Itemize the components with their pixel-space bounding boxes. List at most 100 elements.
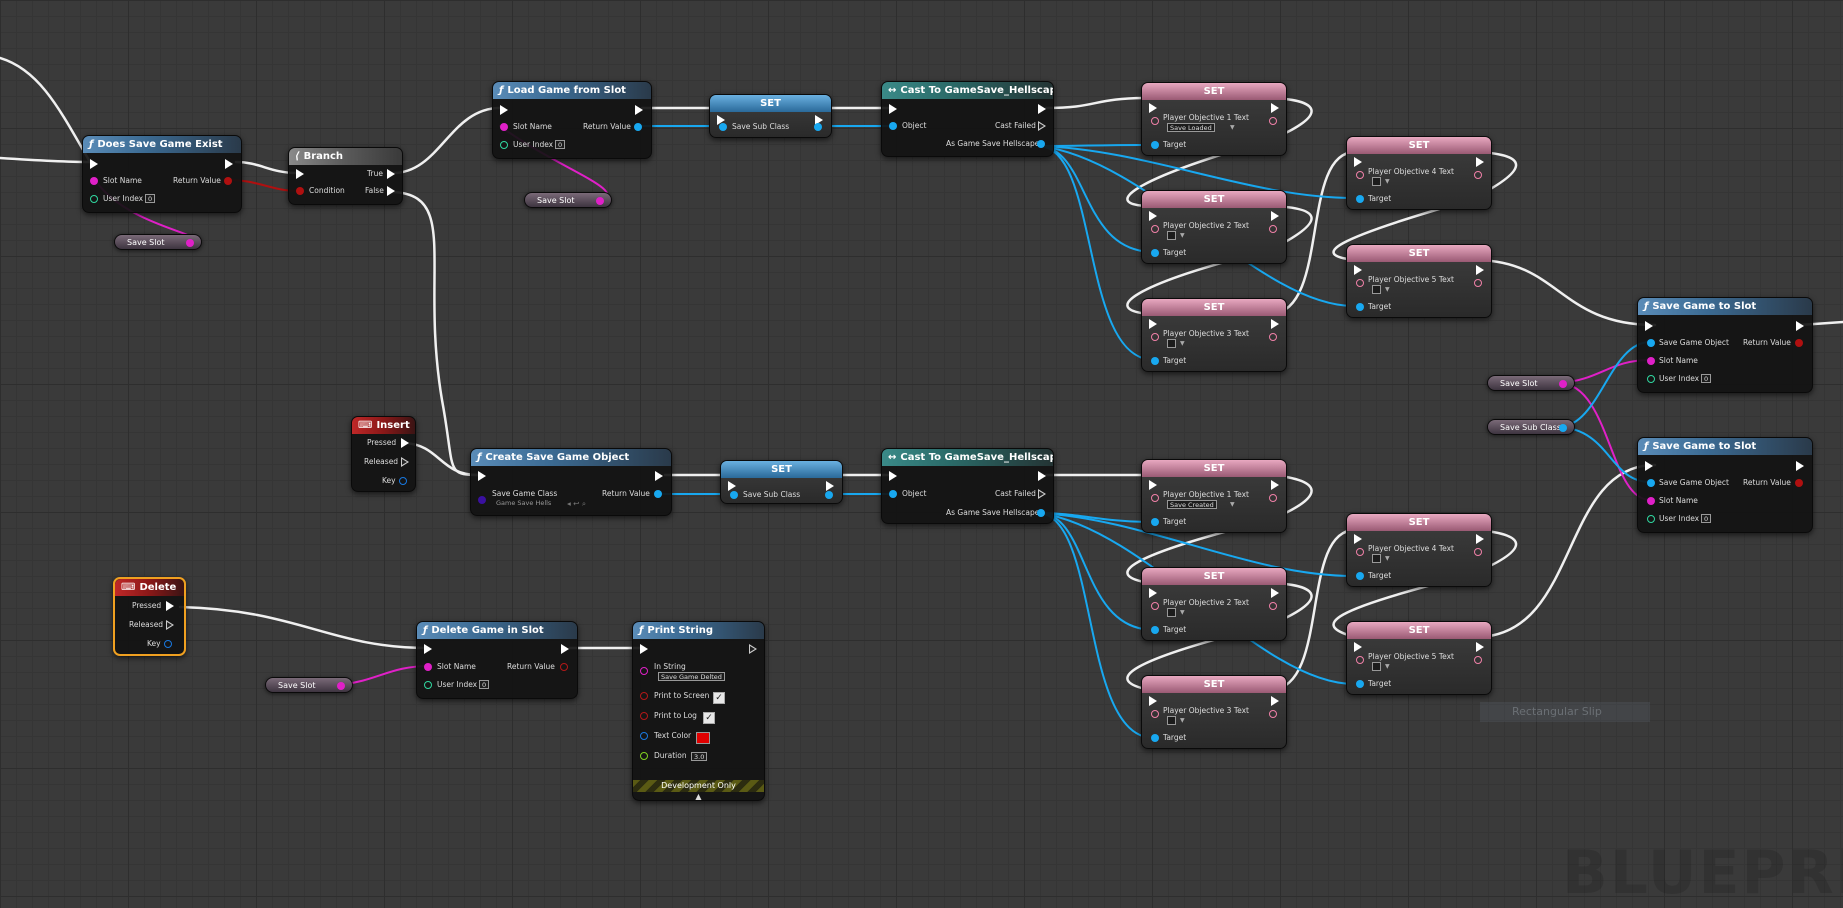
pressed-exec-pin[interactable] xyxy=(166,601,174,611)
objective-text-field[interactable]: Save Created xyxy=(1167,500,1217,509)
exec-in-pin[interactable] xyxy=(1354,534,1362,544)
false-exec-pin[interactable] xyxy=(387,186,395,196)
object-pin[interactable] xyxy=(889,490,897,498)
user-index-field[interactable]: 0 xyxy=(555,140,566,149)
objective-text-out-pin[interactable] xyxy=(1269,117,1277,125)
exec-in-pin[interactable] xyxy=(90,159,98,169)
exec-out-pin[interactable] xyxy=(1038,471,1046,481)
pressed-exec-pin[interactable] xyxy=(401,438,409,448)
duration-pin[interactable] xyxy=(640,752,648,760)
objective-text-pin[interactable] xyxy=(1151,494,1159,502)
exec-out-pin[interactable] xyxy=(1796,461,1804,471)
objective-text-pin[interactable] xyxy=(1151,602,1159,610)
save-slot-variable[interactable]: Save Slot xyxy=(524,192,612,208)
exec-in-pin[interactable] xyxy=(424,644,432,654)
slot-name-pin[interactable] xyxy=(1647,497,1655,505)
target-pin[interactable] xyxy=(1356,680,1364,688)
objective-text-field[interactable] xyxy=(1372,662,1381,671)
cast-failed-pin[interactable] xyxy=(1038,489,1046,499)
object-pin[interactable] xyxy=(889,122,897,130)
load-game-from-slot-node[interactable]: ƒ Load Game from Slot Slot Name Return Va… xyxy=(492,81,652,159)
as-game-save-pin[interactable] xyxy=(1037,509,1045,517)
key-pin[interactable] xyxy=(164,640,172,648)
delete-key-event-node[interactable]: ⌨ Delete Pressed Released Key xyxy=(113,577,186,656)
set-player-objective-node[interactable]: SET Player Objective 3 Text ▼ Target xyxy=(1141,675,1287,749)
set-player-objective-node[interactable]: SET Player Objective 4 Text ▼ Target xyxy=(1346,136,1492,210)
exec-in-pin[interactable] xyxy=(296,169,304,179)
exec-out-pin[interactable] xyxy=(1271,211,1279,221)
user-index-pin[interactable] xyxy=(90,195,98,203)
target-pin[interactable] xyxy=(1151,518,1159,526)
exec-out-pin[interactable] xyxy=(1476,157,1484,167)
condition-pin[interactable] xyxy=(296,187,304,195)
user-index-pin[interactable] xyxy=(1647,515,1655,523)
save-game-to-slot-node[interactable]: ƒ Save Game to Slot Save Game Object Retu… xyxy=(1637,297,1813,393)
set-player-objective-node[interactable]: SET Player Objective 1 Text Save Loaded … xyxy=(1141,82,1287,156)
exec-out-pin[interactable] xyxy=(1271,480,1279,490)
save-sub-class-pin[interactable] xyxy=(1559,424,1567,432)
branch-node[interactable]: ⟨ Branch True Condition False xyxy=(288,147,403,205)
slot-name-pin[interactable] xyxy=(1647,357,1655,365)
objective-text-field[interactable] xyxy=(1372,285,1381,294)
insert-key-event-node[interactable]: ⌨ Insert Pressed Released Key xyxy=(351,416,416,492)
exec-in-pin[interactable] xyxy=(728,481,736,491)
target-pin[interactable] xyxy=(1151,357,1159,365)
exec-out-pin[interactable] xyxy=(1476,534,1484,544)
exec-out-pin[interactable] xyxy=(1271,103,1279,113)
objective-text-out-pin[interactable] xyxy=(1474,171,1482,179)
objective-text-field[interactable] xyxy=(1372,177,1381,186)
exec-out-pin[interactable] xyxy=(225,159,233,169)
objective-text-pin[interactable] xyxy=(1356,548,1364,556)
target-pin[interactable] xyxy=(1151,141,1159,149)
target-pin[interactable] xyxy=(1356,572,1364,580)
objective-text-pin[interactable] xyxy=(1356,656,1364,664)
objective-text-out-pin[interactable] xyxy=(1474,548,1482,556)
exec-out-pin[interactable] xyxy=(1476,265,1484,275)
set-player-objective-node[interactable]: SET Player Objective 3 Text ▼ Target xyxy=(1141,298,1287,372)
save-slot-variable[interactable]: Save Slot xyxy=(265,677,353,693)
set-player-objective-node[interactable]: SET Player Objective 2 Text ▼ Target xyxy=(1141,567,1287,641)
return-value-pin[interactable] xyxy=(634,123,642,131)
exec-in-pin[interactable] xyxy=(1354,157,1362,167)
objective-text-pin[interactable] xyxy=(1151,225,1159,233)
exec-in-pin[interactable] xyxy=(500,105,508,115)
dropdown-arrow-icon[interactable]: ▼ xyxy=(1180,609,1185,616)
user-index-pin[interactable] xyxy=(424,681,432,689)
target-pin[interactable] xyxy=(1151,249,1159,257)
print-to-screen-pin[interactable] xyxy=(640,692,648,700)
print-string-node[interactable]: ƒ Print String In String Save Game Delted… xyxy=(632,621,765,801)
create-save-game-object-node[interactable]: ƒ Create Save Game Object Save Game Class… xyxy=(470,448,672,516)
target-pin[interactable] xyxy=(1356,195,1364,203)
objective-text-field[interactable]: Save Loaded xyxy=(1167,123,1215,132)
objective-text-pin[interactable] xyxy=(1151,710,1159,718)
exec-in-pin[interactable] xyxy=(889,471,897,481)
objective-text-pin[interactable] xyxy=(1356,279,1364,287)
set-player-objective-node[interactable]: SET Player Objective 5 Text ▼ Target xyxy=(1346,621,1492,695)
exec-in-pin[interactable] xyxy=(889,104,897,114)
user-index-field[interactable]: 0 xyxy=(145,194,156,203)
dropdown-arrow-icon[interactable]: ▼ xyxy=(1180,717,1185,724)
cast-to-gamesave-hellscape-node[interactable]: ↔ Cast To GameSave_Hellscape Object Cast … xyxy=(881,81,1054,157)
save-slot-pin[interactable] xyxy=(337,682,345,690)
objective-text-field[interactable] xyxy=(1167,339,1176,348)
exec-out-pin[interactable] xyxy=(1271,696,1279,706)
return-value-pin[interactable] xyxy=(1795,479,1803,487)
cast-failed-pin[interactable] xyxy=(1038,121,1046,131)
exec-in-pin[interactable] xyxy=(1354,265,1362,275)
exec-in-pin[interactable] xyxy=(1354,642,1362,652)
exec-out-pin[interactable] xyxy=(1476,642,1484,652)
duration-field[interactable]: 3.0 xyxy=(691,752,708,761)
target-pin[interactable] xyxy=(1151,734,1159,742)
exec-in-pin[interactable] xyxy=(1149,103,1157,113)
save-sub-class-pin[interactable] xyxy=(719,123,727,131)
set-save-sub-class-node[interactable]: SET Save Sub Class xyxy=(720,460,843,504)
exec-in-pin[interactable] xyxy=(1149,696,1157,706)
return-value-pin[interactable] xyxy=(224,177,232,185)
expand-arrow-icon[interactable]: ▲ xyxy=(633,792,764,801)
key-pin[interactable] xyxy=(399,477,407,485)
text-color-swatch[interactable] xyxy=(696,732,710,744)
text-color-pin[interactable] xyxy=(640,732,648,740)
objective-text-out-pin[interactable] xyxy=(1269,333,1277,341)
objective-text-pin[interactable] xyxy=(1151,117,1159,125)
save-slot-variable[interactable]: Save Slot xyxy=(1487,375,1575,391)
